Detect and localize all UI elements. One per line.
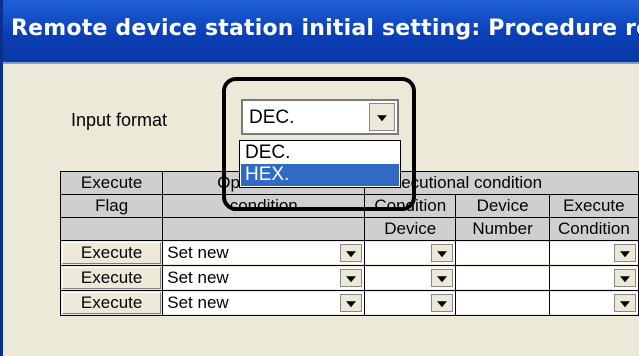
device-number-header: Device	[455, 194, 550, 218]
operational-condition-combobox[interactable]: Set new	[163, 267, 364, 289]
operational-condition-header-line3	[162, 217, 366, 241]
procedure-registration-window: Remote device station initial setting: P…	[0, 0, 639, 356]
chevron-down-icon	[437, 251, 448, 258]
window-title: Remote device station initial setting: P…	[11, 16, 639, 41]
execute-condition-cell	[548, 290, 639, 316]
execute-flag-header: Execute	[59, 171, 164, 195]
chevron-down-icon	[620, 276, 630, 283]
device-number-input[interactable]	[456, 242, 549, 264]
chevron-down-icon	[437, 276, 448, 283]
device-number-input[interactable]	[456, 267, 549, 289]
operational-condition-value: Set new	[167, 268, 229, 287]
table-row: Execute Set new	[59, 240, 639, 266]
execute-cell: Execute	[59, 290, 164, 316]
condition-device-cell	[364, 290, 457, 316]
device-number-input[interactable]	[456, 292, 549, 314]
execute-condition-cell	[548, 240, 639, 266]
execute-button[interactable]: Execute	[62, 292, 162, 314]
execute-button[interactable]: Execute	[62, 242, 162, 264]
condition-device-combobox[interactable]	[365, 267, 455, 289]
chevron-down-icon	[437, 301, 448, 308]
condition-device-combobox[interactable]	[365, 292, 455, 314]
operational-condition-cell: Set new	[162, 290, 366, 316]
execute-cell: Execute	[59, 265, 164, 291]
execute-condition-dropdown-button[interactable]	[614, 269, 636, 287]
table-row: Execute Set new	[59, 290, 639, 316]
execute-condition-dropdown-button[interactable]	[614, 294, 636, 312]
chevron-down-icon	[346, 251, 357, 258]
execute-condition-dropdown-button[interactable]	[614, 244, 636, 262]
device-number-header-line2: Number	[455, 217, 550, 241]
chevron-down-icon	[620, 251, 630, 258]
execute-condition-combobox[interactable]	[550, 242, 638, 264]
operational-condition-dropdown-button[interactable]	[340, 269, 363, 287]
condition-device-combobox[interactable]	[365, 242, 455, 264]
title-bar: Remote device station initial setting: P…	[3, 0, 639, 64]
callout-highlight-box	[222, 77, 416, 211]
condition-device-cell	[364, 240, 457, 266]
device-number-cell[interactable]	[455, 290, 550, 316]
chevron-down-icon	[346, 301, 357, 308]
execute-condition-combobox[interactable]	[550, 292, 638, 314]
execute-flag-header-line2: Flag	[59, 194, 164, 218]
device-number-cell[interactable]	[455, 265, 550, 291]
chevron-down-icon	[346, 276, 357, 283]
execute-condition-cell	[548, 265, 639, 291]
operational-condition-combobox[interactable]: Set new	[163, 292, 364, 314]
operational-condition-value: Set new	[167, 243, 229, 262]
operational-condition-dropdown-button[interactable]	[340, 244, 363, 262]
execute-button[interactable]: Execute	[62, 267, 162, 289]
operational-condition-combobox[interactable]: Set new	[163, 242, 364, 264]
input-format-label: Input format	[71, 110, 168, 130]
execute-flag-header-line3	[59, 217, 164, 241]
operational-condition-value: Set new	[167, 293, 229, 312]
condition-device-dropdown-button[interactable]	[431, 244, 454, 262]
operational-condition-dropdown-button[interactable]	[340, 294, 363, 312]
device-number-cell[interactable]	[455, 240, 550, 266]
execute-condition-header: Execute	[548, 194, 639, 218]
condition-device-cell	[364, 265, 457, 291]
execute-condition-header-line2: Condition	[548, 217, 639, 241]
operational-condition-cell: Set new	[162, 240, 366, 266]
condition-device-dropdown-button[interactable]	[431, 294, 454, 312]
operational-condition-cell: Set new	[162, 265, 366, 291]
execute-cell: Execute	[59, 240, 164, 266]
condition-device-header-line2: Device	[364, 217, 457, 241]
execute-condition-combobox[interactable]	[550, 267, 638, 289]
table-row: Execute Set new	[59, 265, 639, 291]
chevron-down-icon	[620, 301, 630, 308]
condition-device-dropdown-button[interactable]	[431, 269, 454, 287]
